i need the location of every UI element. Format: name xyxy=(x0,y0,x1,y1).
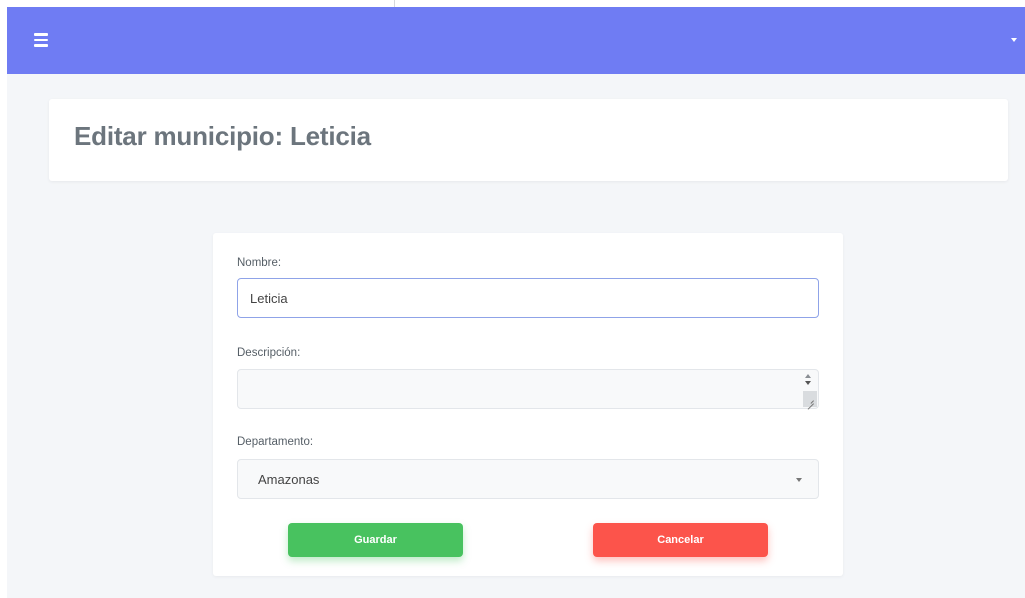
chevron-down-icon xyxy=(796,478,802,482)
nombre-label: Nombre: xyxy=(237,257,282,269)
descripcion-textarea[interactable] xyxy=(237,369,819,409)
spin-down-icon[interactable] xyxy=(805,381,811,385)
textarea-spinner[interactable] xyxy=(803,373,815,387)
page-header-card: Editar municipio: Leticia xyxy=(49,99,1008,181)
hamburger-icon[interactable] xyxy=(34,33,50,48)
cancelar-button[interactable]: Cancelar xyxy=(593,523,768,557)
edit-form: Nombre: Descripción: Departamento: Amazo… xyxy=(213,233,843,576)
page-title: Editar municipio: Leticia xyxy=(74,121,371,151)
top-strip xyxy=(0,0,1025,7)
departamento-label: Departamento: xyxy=(237,436,314,448)
departamento-selected-value: Amazonas xyxy=(258,472,320,487)
caret-down-icon[interactable] xyxy=(1011,38,1017,42)
descripcion-label: Descripción: xyxy=(237,347,301,359)
spin-up-icon[interactable] xyxy=(805,374,811,378)
main-content: Editar municipio: Leticia Nombre: Descri… xyxy=(7,74,1025,598)
navbar xyxy=(7,7,1025,74)
resize-handle-icon[interactable] xyxy=(803,391,817,407)
guardar-button[interactable]: Guardar xyxy=(288,523,463,557)
top-divider xyxy=(394,0,395,7)
nombre-input[interactable] xyxy=(237,278,819,318)
departamento-select[interactable]: Amazonas xyxy=(237,459,819,499)
